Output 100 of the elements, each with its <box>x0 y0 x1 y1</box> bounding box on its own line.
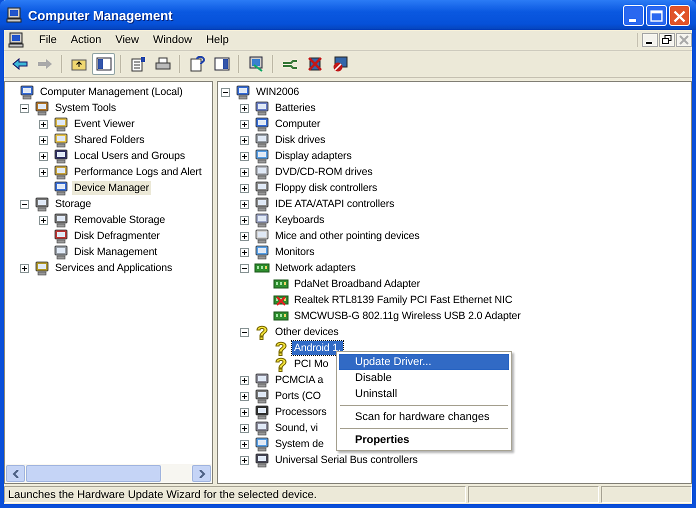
pane-icon <box>96 56 112 72</box>
expand-icon[interactable] <box>240 440 249 448</box>
tree-item[interactable]: Android 1. <box>292 341 343 355</box>
expand-icon[interactable] <box>240 424 249 432</box>
expand-icon[interactable] <box>39 216 48 224</box>
tree-item[interactable]: Ports (CO <box>273 389 323 403</box>
computer-icon[interactable] <box>8 32 24 48</box>
menu-item[interactable]: Uninstall <box>339 386 509 402</box>
menu-item[interactable]: View <box>108 34 146 46</box>
maximize-button[interactable] <box>646 4 667 26</box>
tree-item[interactable]: Local Users and Groups <box>72 149 188 163</box>
expand-icon[interactable] <box>39 120 48 128</box>
menu-item[interactable]: Action <box>64 34 108 46</box>
disable-icon <box>332 56 348 72</box>
tree-item[interactable]: IDE ATA/ATAPI controllers <box>273 197 396 211</box>
tree-item[interactable]: Computer Management (Local) <box>38 85 185 99</box>
device-icon <box>254 436 270 452</box>
expand-icon[interactable] <box>20 264 29 272</box>
tree-item[interactable]: Processors <box>273 405 329 419</box>
tree-item[interactable]: Other devices <box>273 325 340 339</box>
tree-item[interactable]: SMCWUSB-G 802.11g Wireless USB 2.0 Adapter <box>292 309 523 323</box>
expand-icon[interactable] <box>240 392 249 400</box>
tree-item[interactable]: Disk drives <box>273 133 328 147</box>
tree-item[interactable]: PCI Mo <box>292 357 330 371</box>
expand-icon[interactable] <box>240 184 249 192</box>
device-icon <box>53 180 69 196</box>
tree-item[interactable]: System de <box>273 437 326 451</box>
expand-icon[interactable] <box>240 216 249 224</box>
window-title: Computer Management <box>28 8 174 22</box>
show-pane-button[interactable] <box>92 53 115 75</box>
collapse-icon[interactable] <box>240 264 249 272</box>
horizontal-scrollbar[interactable] <box>5 464 212 483</box>
tree-item[interactable]: Services and Applications <box>53 261 174 275</box>
tree-item[interactable]: Performance Logs and Alert <box>72 165 204 179</box>
expand-icon[interactable] <box>240 120 249 128</box>
expand-icon[interactable] <box>39 136 48 144</box>
tree-item[interactable]: Storage <box>53 197 94 211</box>
collapse-icon[interactable] <box>20 104 29 112</box>
tree-item[interactable]: Display adapters <box>273 149 354 163</box>
tree-item[interactable]: Floppy disk controllers <box>273 181 380 195</box>
menu-item[interactable]: Help <box>199 34 236 46</box>
expand-icon[interactable] <box>240 408 249 416</box>
tree-item[interactable]: Network adapters <box>273 261 358 275</box>
left-arrow-icon <box>12 56 28 72</box>
minimize-button[interactable] <box>642 33 658 47</box>
collapse-icon[interactable] <box>221 88 230 96</box>
device-icon <box>254 196 270 212</box>
collapse-icon[interactable] <box>20 200 29 208</box>
tree-item[interactable]: Device Manager <box>72 181 152 195</box>
tree-item[interactable]: Monitors <box>273 245 316 259</box>
tree-item[interactable]: Universal Serial Bus controllers <box>273 453 420 467</box>
menu-item[interactable]: Update Driver... <box>339 354 509 370</box>
tree-item[interactable]: Removable Storage <box>72 213 168 227</box>
expand-icon[interactable] <box>240 136 249 144</box>
tree-item[interactable]: Disk Defragmenter <box>72 229 162 243</box>
device-icon <box>254 228 270 244</box>
tree-item[interactable]: System Tools <box>53 101 118 115</box>
document-icon <box>130 56 146 72</box>
expand-icon[interactable] <box>39 168 48 176</box>
menu-item[interactable]: File <box>32 34 64 46</box>
device-icon <box>53 116 69 132</box>
tree-item[interactable]: Mice and other pointing devices <box>273 229 422 243</box>
tree-item[interactable]: Sound, vi <box>273 421 320 435</box>
device-icon <box>254 404 270 420</box>
expand-icon[interactable] <box>39 152 48 160</box>
expand-icon[interactable] <box>240 456 249 464</box>
expand-icon[interactable] <box>240 376 249 384</box>
expand-icon[interactable] <box>240 104 249 112</box>
expand-icon[interactable] <box>240 168 249 176</box>
device-icon <box>34 100 50 116</box>
tree-item[interactable]: Batteries <box>273 101 318 115</box>
scrollbar-thumb[interactable] <box>26 465 161 482</box>
restore-button[interactable] <box>659 33 675 47</box>
menu-item[interactable]: Disable <box>339 370 509 386</box>
tree-item[interactable]: Event Viewer <box>72 117 136 131</box>
scroll-right-button[interactable] <box>192 465 211 482</box>
device-icon <box>254 244 270 260</box>
close-icon <box>678 34 690 46</box>
menu-item[interactable]: Window <box>146 34 200 46</box>
device-icon <box>235 84 251 100</box>
tree-item[interactable]: Realtek RTL8139 Family PCI Fast Ethernet NIC <box>292 293 514 307</box>
uninstall-icon <box>306 56 322 72</box>
collapse-icon[interactable] <box>240 328 249 336</box>
pane-icon <box>214 56 230 72</box>
menu-item[interactable]: Properties <box>339 432 509 448</box>
tree-item[interactable]: Shared Folders <box>72 133 146 147</box>
expand-icon[interactable] <box>240 152 249 160</box>
tree-item[interactable]: Disk Management <box>72 245 160 259</box>
tree-item[interactable]: PdaNet Broadband Adapter <box>292 277 422 291</box>
scroll-left-button[interactable] <box>6 465 25 482</box>
tree-item[interactable]: Keyboards <box>273 213 326 227</box>
expand-icon[interactable] <box>240 232 249 240</box>
menu-item[interactable]: Scan for hardware changes <box>339 409 509 425</box>
tree-item[interactable]: WIN2006 <box>254 85 302 99</box>
tree-item[interactable]: PCMCIA a <box>273 373 326 387</box>
printer-icon <box>154 56 170 72</box>
tree-item[interactable]: DVD/CD-ROM drives <box>273 165 374 179</box>
expand-icon[interactable] <box>240 200 249 208</box>
expand-icon[interactable] <box>240 248 249 256</box>
tree-item[interactable]: Computer <box>273 117 322 131</box>
